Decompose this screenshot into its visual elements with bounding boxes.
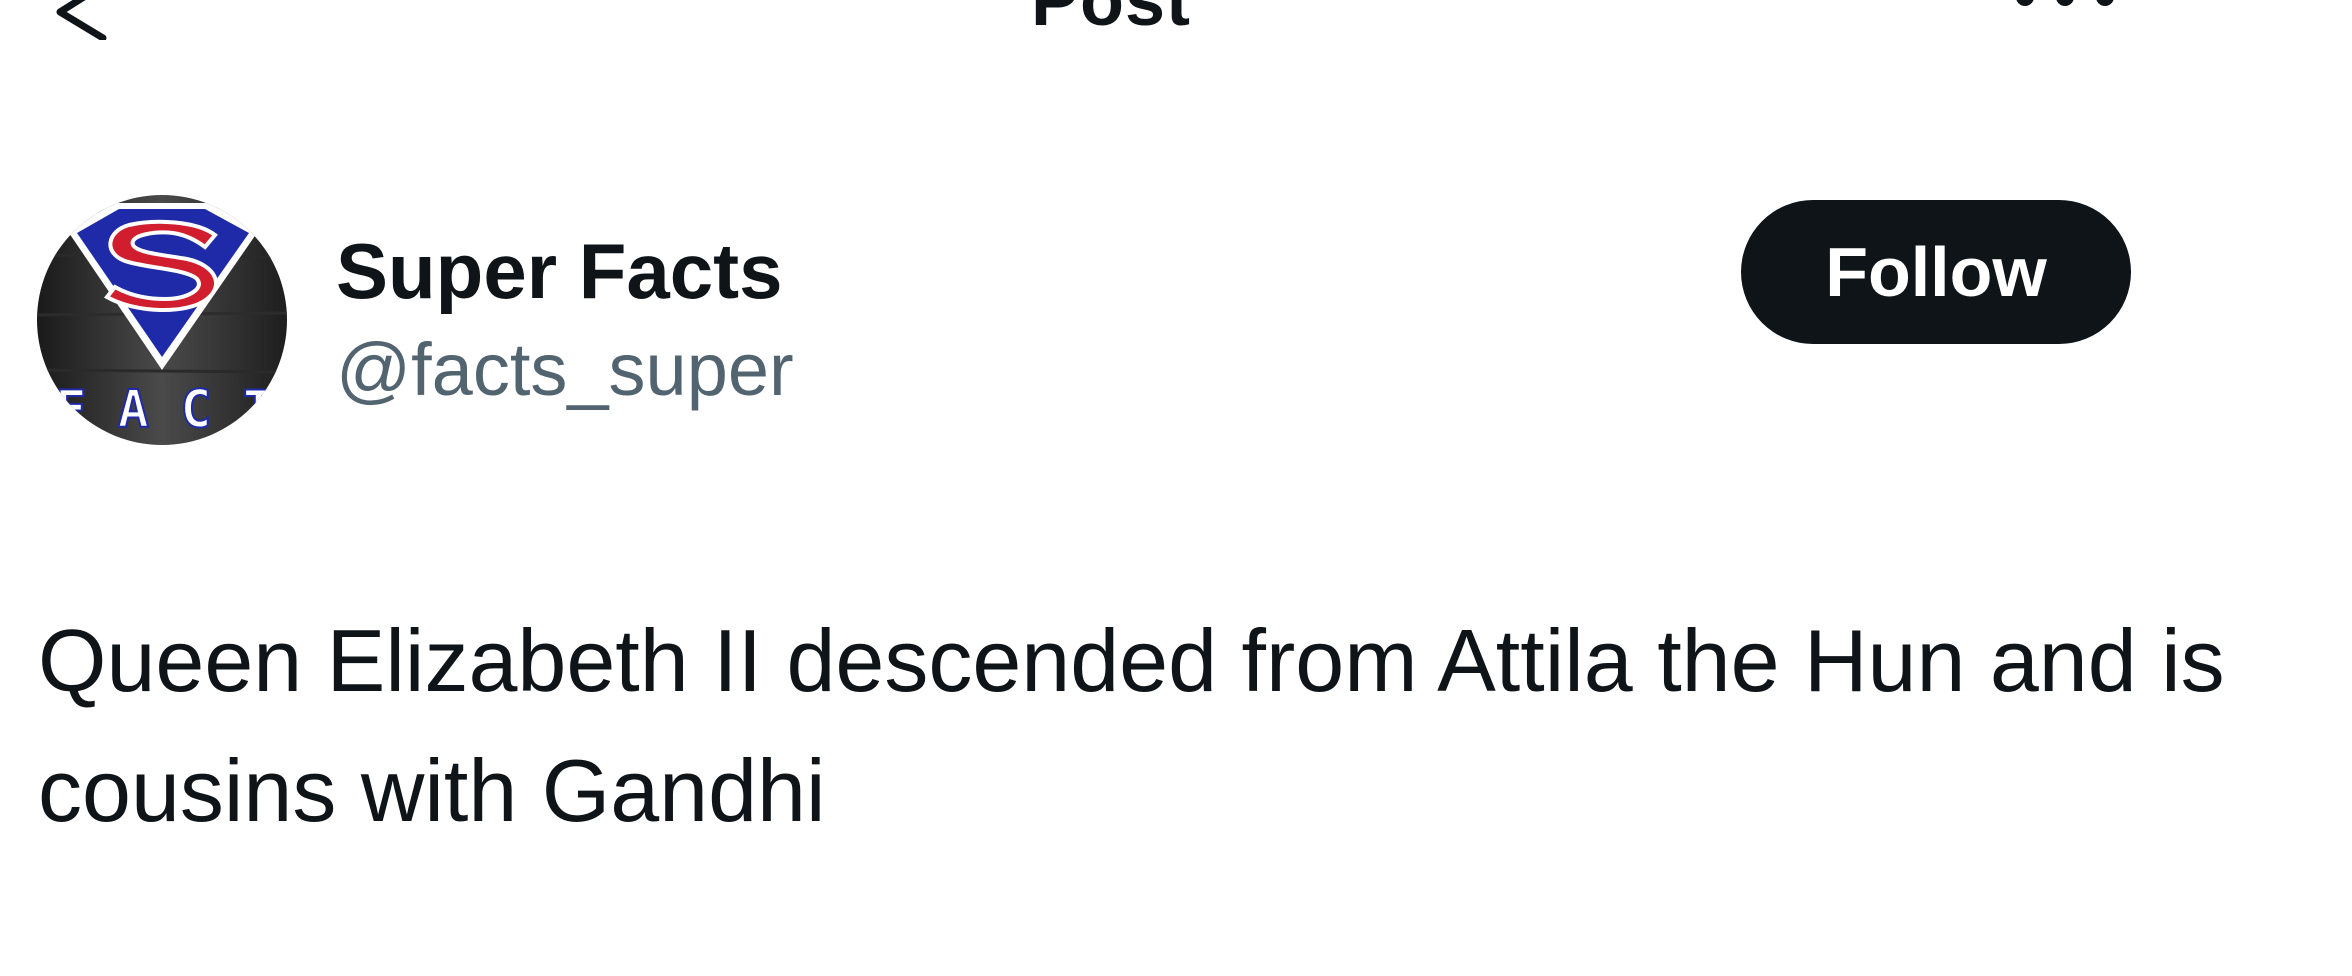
- page-title: Post: [1030, 0, 1192, 41]
- top-navigation-bar: Post: [0, 0, 2352, 50]
- follow-button[interactable]: Follow: [1741, 200, 2131, 344]
- post-detail-page: Post F A C T Super Facts @facts_super Fo…: [0, 0, 2352, 976]
- author-name[interactable]: Super Facts: [336, 225, 782, 317]
- post-text: Queen Elizabeth II descended from Attila…: [38, 611, 2225, 840]
- author-handle[interactable]: @facts_super: [336, 326, 794, 414]
- avatar[interactable]: F A C T S: [37, 195, 287, 445]
- avatar-text: F A C T S: [55, 380, 287, 440]
- superman-logo-icon: F A C T S: [37, 195, 287, 445]
- more-options-icon[interactable]: [2010, 0, 2120, 15]
